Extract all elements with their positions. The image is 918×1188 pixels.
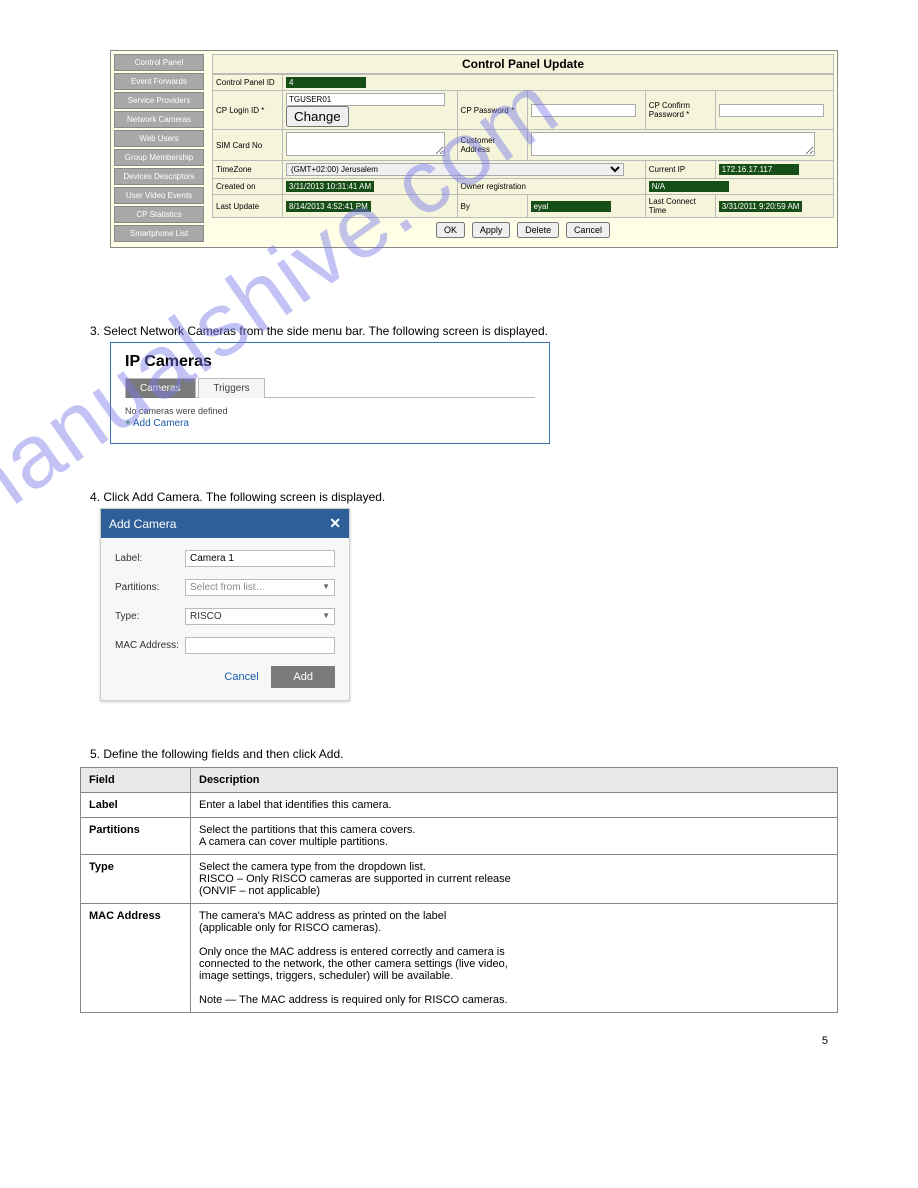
tab-cameras[interactable]: Cameras [125, 378, 196, 398]
step-3-text: 3. Select Network Cameras from the side … [90, 324, 838, 338]
dialog-header: Add Camera ✕ [101, 509, 349, 538]
dialog-cancel-link[interactable]: Cancel [224, 671, 258, 683]
password-input[interactable] [531, 104, 637, 117]
tab-triggers[interactable]: Triggers [198, 378, 264, 398]
cell-field: Label [81, 793, 191, 818]
sidebar-item-event-forwards[interactable]: Event Forwards [114, 73, 204, 90]
control-panel-update-screenshot: Control Panel Event Forwards Service Pro… [110, 50, 838, 248]
customer-address-input[interactable] [531, 132, 815, 156]
value-last-update: 8/14/2013 4:52:41 PM [286, 201, 371, 212]
sidebar-item-user-video-events[interactable]: User Video Events [114, 187, 204, 204]
partitions-select[interactable]: Select from list… [185, 579, 335, 596]
cell-desc: Select the camera type from the dropdown… [191, 855, 838, 904]
sidebar-item-service-providers[interactable]: Service Providers [114, 92, 204, 109]
login-input[interactable] [286, 93, 445, 106]
fields-definition-table: Field Description Label Enter a label th… [80, 767, 838, 1013]
dialog-title: Add Camera [109, 517, 176, 531]
sidebar-item-web-users[interactable]: Web Users [114, 130, 204, 147]
value-owner-reg: N/A [649, 181, 729, 192]
ip-cameras-panel: IP Cameras Cameras Triggers No cameras w… [110, 342, 550, 444]
sim-input[interactable] [286, 132, 445, 156]
sidebar-item-group-membership[interactable]: Group Membership [114, 149, 204, 166]
delete-button[interactable]: Delete [517, 222, 559, 238]
value-created: 3/11/2013 10:31:41 AM [286, 181, 374, 192]
form-button-row: OK Apply Delete Cancel [212, 218, 834, 242]
sidebar-item-smartphone-list[interactable]: Smartphone List [114, 225, 204, 242]
label-login: CP Login ID * [213, 91, 283, 130]
close-icon[interactable]: ✕ [329, 515, 341, 532]
table-row: Type Select the camera type from the dro… [81, 855, 838, 904]
mac-input[interactable] [185, 637, 335, 654]
add-camera-label: Add Camera [133, 418, 189, 429]
label-owner-reg: Owner registration [457, 179, 645, 195]
sidebar: Control Panel Event Forwards Service Pro… [114, 54, 204, 244]
sidebar-item-control-panel[interactable]: Control Panel [114, 54, 204, 71]
sidebar-item-devices-descriptors[interactable]: Devices Descriptors [114, 168, 204, 185]
ok-button[interactable]: OK [436, 222, 465, 238]
tab-bar: Cameras Triggers [125, 377, 535, 398]
value-current-ip: 172.16.17.117 [719, 164, 799, 175]
sidebar-item-network-cameras[interactable]: Network Cameras [114, 111, 204, 128]
label-confirm-password: CP Confirm Password * [645, 91, 715, 130]
cell-desc: The camera's MAC address as printed on t… [191, 904, 838, 1013]
label-customer-address: Customer Address [457, 130, 527, 161]
cancel-button[interactable]: Cancel [566, 222, 610, 238]
camera-label-input[interactable] [185, 550, 335, 567]
label-field-label: Label: [115, 553, 185, 564]
col-field: Field [81, 768, 191, 793]
label-by: By [457, 195, 527, 218]
no-cameras-text: No cameras were defined [125, 406, 535, 416]
cell-field: Partitions [81, 818, 191, 855]
partitions-label: Partitions: [115, 582, 185, 593]
control-panel-form: Control Panel Update Control Panel ID 4 … [212, 54, 834, 244]
table-row: Label Enter a label that identifies this… [81, 793, 838, 818]
step-5-text: 5. Define the following fields and then … [90, 747, 838, 761]
label-created: Created on [213, 179, 283, 195]
label-current-ip: Current IP [645, 161, 715, 179]
type-select[interactable]: RISCO [185, 608, 335, 625]
add-camera-dialog: Add Camera ✕ Label: Partitions: Select f… [100, 508, 350, 701]
type-label: Type: [115, 611, 185, 622]
label-sim: SIM Card No [213, 130, 283, 161]
cell-desc: Select the partitions that this camera c… [191, 818, 838, 855]
cell-field: Type [81, 855, 191, 904]
cell-field: MAC Address [81, 904, 191, 1013]
ip-cameras-title: IP Cameras [125, 353, 535, 371]
apply-button[interactable]: Apply [472, 222, 511, 238]
sidebar-item-cp-statistics[interactable]: CP Statistics [114, 206, 204, 223]
add-camera-link[interactable]: +Add Camera [125, 418, 535, 429]
label-last-connect: Last Connect Time [645, 195, 715, 218]
label-timezone: TimeZone [213, 161, 283, 179]
label-cp-id: Control Panel ID [213, 75, 283, 91]
label-password: CP Password * [457, 91, 527, 130]
col-description: Description [191, 768, 838, 793]
page-number: 5 [80, 1035, 828, 1047]
table-row: MAC Address The camera's MAC address as … [81, 904, 838, 1013]
dialog-add-button[interactable]: Add [271, 666, 335, 688]
step-4-text: 4. Click Add Camera. The following scree… [90, 490, 838, 504]
value-last-connect: 3/31/2011 9:20:59 AM [719, 201, 803, 212]
timezone-select[interactable]: (GMT+02:00) Jerusalem [286, 163, 624, 176]
value-cp-id: 4 [286, 77, 366, 88]
value-by: eyal [531, 201, 611, 212]
form-title: Control Panel Update [212, 54, 834, 74]
cell-desc: Enter a label that identifies this camer… [191, 793, 838, 818]
table-row: Partitions Select the partitions that th… [81, 818, 838, 855]
change-button[interactable]: Change [286, 106, 349, 127]
confirm-password-input[interactable] [719, 104, 825, 117]
label-last-update: Last Update [213, 195, 283, 218]
mac-label: MAC Address: [115, 640, 185, 651]
plus-icon: + [125, 418, 131, 429]
